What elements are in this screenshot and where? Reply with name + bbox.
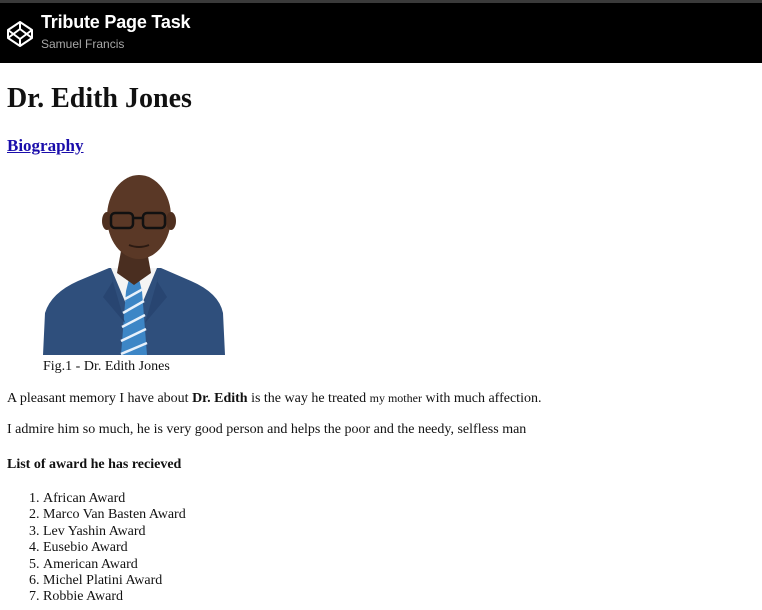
codepen-icon[interactable] xyxy=(6,20,34,48)
list-item: Eusebio Award xyxy=(43,540,186,556)
figure-caption: Fig.1 - Dr. Edith Jones xyxy=(43,359,170,374)
page-title: Dr. Edith Jones xyxy=(7,83,192,114)
list-item: American Award xyxy=(43,557,186,573)
pen-author[interactable]: Samuel Francis xyxy=(41,37,124,51)
list-item: Marco Van Basten Award xyxy=(43,507,186,523)
list-item: Michel Platini Award xyxy=(43,573,186,589)
admire-paragraph: I admire him so much, he is very good pe… xyxy=(7,422,527,437)
memory-paragraph: A pleasant memory I have about Dr. Edith… xyxy=(7,391,542,406)
awards-list: African Award Marco Van Basten Award Lev… xyxy=(0,491,186,606)
awards-heading: List of award he has recieved xyxy=(7,457,182,472)
list-item: Lev Yashin Award xyxy=(43,524,186,540)
codepen-header: Tribute Page Task Samuel Francis xyxy=(0,3,762,63)
list-item: African Award xyxy=(43,491,186,507)
list-item: Robbie Award xyxy=(43,589,186,605)
portrait-image xyxy=(43,175,225,355)
biography-link[interactable]: Biography xyxy=(7,136,84,156)
pen-title[interactable]: Tribute Page Task xyxy=(41,12,191,33)
